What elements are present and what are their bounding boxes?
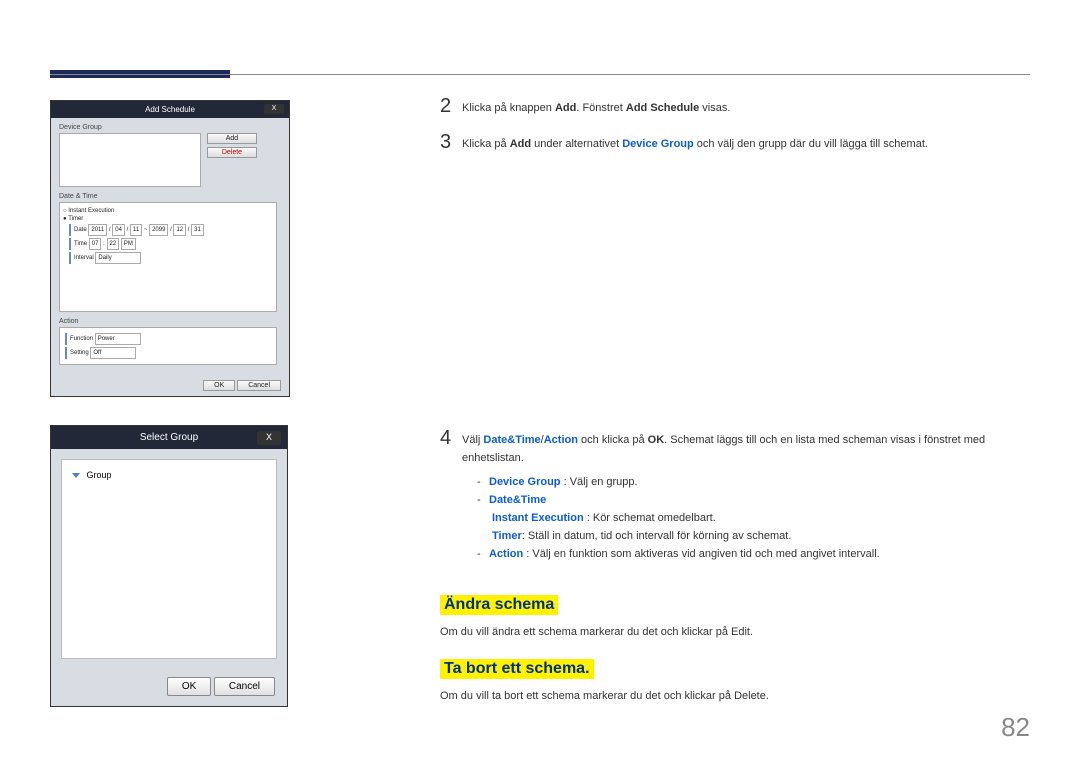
- cancel-button[interactable]: Cancel: [214, 677, 275, 696]
- time-field[interactable]: 07: [89, 238, 102, 250]
- select-group-dialog: Select Group X Group OK Cancel: [50, 425, 288, 707]
- step-4: 4 Välj Date&Time/Action och klicka på OK…: [440, 427, 1025, 563]
- step-3: 3 Klicka på Add under alternativet Devic…: [440, 131, 1025, 153]
- group-list[interactable]: Group: [61, 459, 277, 659]
- action-panel: Function Power Setting Off: [59, 327, 277, 365]
- paragraph: Om du vill ta bort ett schema markerar d…: [440, 687, 1025, 705]
- dialog-title-bar: Add Schedule X: [51, 101, 289, 118]
- step-text: Klicka på Add under alternativet Device …: [462, 131, 928, 153]
- close-button[interactable]: X: [264, 104, 284, 114]
- dialog-title-bar: Select Group X: [51, 426, 287, 449]
- action-label: Action: [59, 318, 281, 325]
- add-button[interactable]: Add: [207, 133, 257, 144]
- step-2: 2 Klicka på knappen Add. Fönstret Add Sc…: [440, 95, 1025, 117]
- step-text: Klicka på knappen Add. Fönstret Add Sche…: [462, 95, 730, 117]
- device-group-label: Device Group: [59, 124, 281, 131]
- dialog-title: Select Group: [140, 432, 198, 443]
- datetime-label: Date & Time: [59, 193, 281, 200]
- left-column: Add Schedule X Device Group Add Delete D…: [50, 100, 288, 707]
- page-number: 82: [1001, 712, 1030, 743]
- heading-delete-schema: Ta bort ett schema.: [440, 659, 594, 679]
- close-button[interactable]: X: [257, 431, 281, 445]
- right-column: 2 Klicka på knappen Add. Fönstret Add Sc…: [440, 95, 1025, 705]
- interval-select[interactable]: Daily: [95, 252, 141, 264]
- function-select[interactable]: Power: [95, 333, 141, 345]
- date-field[interactable]: 12: [173, 224, 186, 236]
- expand-icon[interactable]: [72, 473, 80, 478]
- date-field[interactable]: 04: [112, 224, 125, 236]
- paragraph: Om du vill ändra ett schema markerar du …: [440, 623, 1025, 641]
- cancel-button[interactable]: Cancel: [237, 380, 281, 391]
- add-schedule-dialog: Add Schedule X Device Group Add Delete D…: [50, 100, 290, 397]
- datetime-panel: ○ Instant Execution ● Timer Date 2011 / …: [59, 202, 277, 312]
- ampm-field[interactable]: PM: [121, 238, 136, 250]
- step-number: 3: [440, 131, 462, 153]
- step-text: Välj Date&Time/Action och klicka på OK. …: [462, 427, 1025, 563]
- group-item[interactable]: Group: [72, 470, 266, 480]
- time-field[interactable]: 22: [107, 238, 120, 250]
- step-number: 4: [440, 427, 462, 449]
- date-field[interactable]: 2099: [149, 224, 168, 236]
- date-field[interactable]: 31: [191, 224, 204, 236]
- ok-button[interactable]: OK: [203, 380, 235, 391]
- setting-select[interactable]: Off: [90, 347, 136, 359]
- device-group-list[interactable]: [59, 133, 201, 187]
- dialog-title: Add Schedule: [145, 105, 195, 114]
- header-rule: [50, 74, 1030, 75]
- date-field[interactable]: 2011: [88, 224, 107, 236]
- step-number: 2: [440, 95, 462, 117]
- ok-button[interactable]: OK: [167, 677, 211, 696]
- date-field[interactable]: 11: [130, 224, 142, 236]
- heading-edit-schema: Ändra schema: [440, 595, 558, 615]
- delete-button[interactable]: Delete: [207, 147, 257, 158]
